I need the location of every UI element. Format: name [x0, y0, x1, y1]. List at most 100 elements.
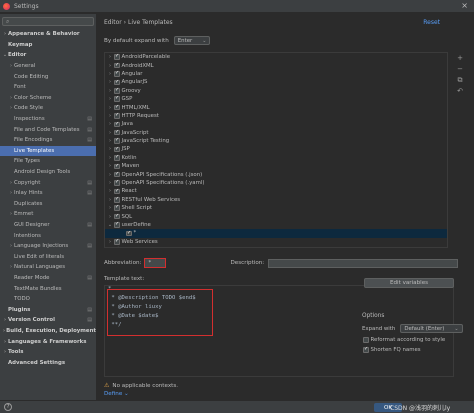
- template-enabled-checkbox[interactable]: [114, 104, 120, 111]
- chevron-right-icon[interactable]: ›: [107, 163, 113, 169]
- chevron-right-icon[interactable]: ›: [107, 146, 113, 152]
- sidebar-item-code-style[interactable]: › Code Style: [0, 103, 96, 114]
- sidebar-item-natural-languages[interactable]: › Natural Languages: [0, 262, 96, 273]
- template-groups-list[interactable]: › AndroidParcelable › AndroidXML › Angular › An…: [104, 52, 448, 248]
- template-group-row[interactable]: ⌄ userDefine: [105, 221, 447, 229]
- sidebar-item-file-encodings[interactable]: File Encodings ▤: [0, 135, 96, 146]
- chevron-right-icon[interactable]: ›: [107, 130, 113, 136]
- template-group-row[interactable]: › Java: [105, 120, 447, 128]
- sidebar-item-keymap[interactable]: Keymap: [0, 40, 96, 51]
- chevron-right-icon[interactable]: ›: [107, 155, 113, 161]
- sidebar-item-languages-frameworks[interactable]: › Languages & Frameworks: [0, 336, 96, 347]
- sidebar-item-gui-designer[interactable]: GUI Designer ▤: [0, 220, 96, 231]
- sidebar-item-live-edit-of-literals[interactable]: Live Edit of literals: [0, 251, 96, 262]
- chevron-right-icon[interactable]: ›: [107, 188, 113, 194]
- copy-icon[interactable]: ⧉: [454, 76, 466, 87]
- template-group-row[interactable]: › React: [105, 187, 447, 195]
- template-group-row[interactable]: › JavaScript Testing: [105, 137, 447, 145]
- add-icon[interactable]: +: [454, 54, 466, 65]
- chevron-right-icon[interactable]: ›: [107, 54, 113, 60]
- template-group-row[interactable]: › HTML/XML: [105, 103, 447, 111]
- sidebar-item-file-and-code-templates[interactable]: File and Code Templates ▤: [0, 124, 96, 135]
- chevron-right-icon[interactable]: ›: [107, 214, 113, 220]
- template-group-row[interactable]: › OpenAPI Specifications (.json): [105, 170, 447, 178]
- template-group-row[interactable]: › AndroidXML: [105, 61, 447, 69]
- sidebar-item-advanced-settings[interactable]: Advanced Settings: [0, 357, 96, 368]
- template-enabled-checkbox[interactable]: [114, 121, 120, 128]
- sidebar-item-plugins[interactable]: Plugins ▤: [0, 304, 96, 315]
- template-group-row[interactable]: › JavaScript: [105, 129, 447, 137]
- shorten-fq-checkbox[interactable]: [363, 346, 369, 353]
- options-expand-select[interactable]: Default (Enter) ⌄: [400, 324, 463, 333]
- close-icon[interactable]: ×: [461, 1, 468, 10]
- template-enabled-checkbox[interactable]: [114, 188, 120, 195]
- template-group-row[interactable]: › SQL: [105, 212, 447, 220]
- template-enabled-checkbox[interactable]: [114, 213, 120, 220]
- template-enabled-checkbox[interactable]: [114, 179, 120, 186]
- template-enabled-checkbox[interactable]: [114, 238, 120, 245]
- sidebar-item-file-types[interactable]: File Types: [0, 156, 96, 167]
- template-enabled-checkbox[interactable]: [114, 79, 120, 86]
- chevron-right-icon[interactable]: ›: [107, 96, 113, 102]
- sidebar-item-duplicates[interactable]: Duplicates: [0, 199, 96, 210]
- sidebar-item-version-control[interactable]: › Version Control ▤: [0, 315, 96, 326]
- sidebar-item-color-scheme[interactable]: › Color Scheme: [0, 93, 96, 104]
- template-group-row[interactable]: › AndroidParcelable: [105, 53, 447, 61]
- template-enabled-checkbox[interactable]: [114, 146, 120, 153]
- sidebar-item-android-design-tools[interactable]: Android Design Tools: [0, 167, 96, 178]
- template-group-row[interactable]: › Kotlin: [105, 154, 447, 162]
- template-group-row[interactable]: › xsl: [105, 246, 447, 248]
- template-group-row[interactable]: › Web Services: [105, 238, 447, 246]
- chevron-right-icon[interactable]: ›: [107, 180, 113, 186]
- template-item[interactable]: *: [105, 229, 447, 238]
- reformat-checkbox[interactable]: [363, 337, 369, 343]
- chevron-right-icon[interactable]: ›: [107, 239, 113, 245]
- sidebar-item-inlay-hints[interactable]: › Inlay Hints ▤: [0, 188, 96, 199]
- sidebar-item-emmet[interactable]: › Emmet: [0, 209, 96, 220]
- sidebar-item-general[interactable]: › General: [0, 61, 96, 72]
- sidebar-item-font[interactable]: Font: [0, 82, 96, 93]
- template-enabled-checkbox[interactable]: [114, 87, 120, 94]
- description-input[interactable]: [268, 258, 459, 268]
- chevron-right-icon[interactable]: ›: [107, 113, 113, 119]
- sidebar-item-inspections[interactable]: Inspections ▤: [0, 114, 96, 125]
- sidebar-item-code-editing[interactable]: Code Editing: [0, 71, 96, 82]
- template-enabled-checkbox[interactable]: [114, 70, 120, 77]
- help-icon[interactable]: ?: [4, 403, 12, 411]
- template-enabled-checkbox[interactable]: [114, 137, 120, 144]
- chevron-right-icon[interactable]: ›: [107, 138, 113, 144]
- template-enabled-checkbox[interactable]: [114, 171, 120, 178]
- sidebar-item-tools[interactable]: › Tools: [0, 347, 96, 358]
- chevron-right-icon[interactable]: ›: [107, 88, 113, 94]
- chevron-right-icon[interactable]: ›: [107, 197, 113, 203]
- chevron-right-icon[interactable]: ›: [107, 121, 113, 127]
- template-enabled-checkbox[interactable]: [114, 129, 120, 136]
- chevron-right-icon[interactable]: ›: [107, 172, 113, 178]
- template-group-row[interactable]: › RESTful Web Services: [105, 196, 447, 204]
- template-group-row[interactable]: › JSP: [105, 145, 447, 153]
- sidebar-item-language-injections[interactable]: › Language Injections ▤: [0, 241, 96, 252]
- sidebar-item-live-templates[interactable]: Live Templates: [0, 145, 96, 157]
- edit-variables-button[interactable]: Edit variables: [364, 278, 454, 288]
- template-enabled-checkbox[interactable]: [114, 221, 120, 228]
- template-enabled-checkbox[interactable]: [115, 247, 119, 248]
- chevron-right-icon[interactable]: ›: [107, 105, 113, 111]
- template-group-row[interactable]: › HTTP Request: [105, 112, 447, 120]
- template-enabled-checkbox[interactable]: [114, 54, 120, 60]
- template-enabled-checkbox[interactable]: [126, 230, 132, 237]
- reset-link[interactable]: Reset: [423, 19, 440, 26]
- template-group-row[interactable]: › Shell Script: [105, 204, 447, 212]
- expand-with-select[interactable]: Enter ⌄: [173, 36, 211, 45]
- template-group-row[interactable]: › AngularJS: [105, 78, 447, 86]
- sidebar-item-editor[interactable]: ⌄ Editor: [0, 50, 96, 61]
- template-group-row[interactable]: › Angular: [105, 70, 447, 78]
- template-enabled-checkbox[interactable]: [114, 205, 120, 211]
- sidebar-item-build-execution-deployment[interactable]: › Build, Execution, Deployment: [0, 326, 96, 337]
- remove-icon[interactable]: −: [454, 65, 466, 76]
- chevron-right-icon[interactable]: ›: [107, 247, 113, 248]
- sidebar-item-todo[interactable]: TODO: [0, 294, 96, 305]
- chevron-right-icon[interactable]: ›: [107, 63, 113, 69]
- template-group-row[interactable]: › OpenAPI Specifications (.yaml): [105, 179, 447, 187]
- settings-search-input[interactable]: ⌕: [2, 17, 94, 26]
- template-group-row[interactable]: › GSP: [105, 95, 447, 103]
